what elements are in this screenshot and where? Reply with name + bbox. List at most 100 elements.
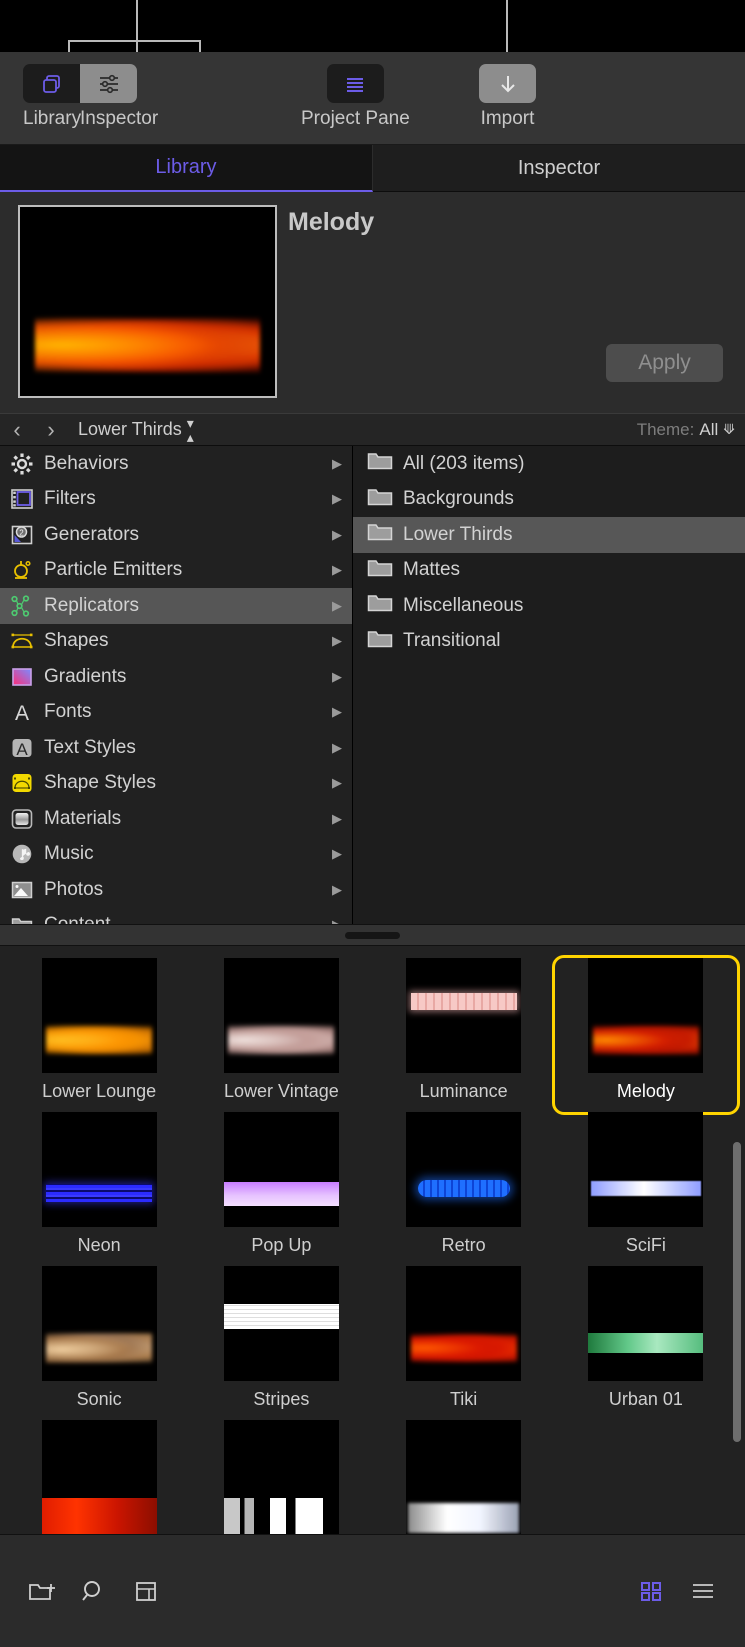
panel-tabbar: Library Inspector: [0, 145, 745, 192]
library-browser: Behaviors▶Filters▶2Generators▶Particle E…: [0, 446, 745, 924]
grid-view-button[interactable]: [625, 1569, 677, 1613]
item-label: Stripes: [253, 1389, 309, 1410]
folder-row-transitional[interactable]: Transitional: [353, 624, 745, 660]
grid-item[interactable]: [8, 1420, 190, 1534]
folder-icon: [367, 629, 393, 654]
category-list[interactable]: Behaviors▶Filters▶2Generators▶Particle E…: [0, 446, 353, 924]
category-row-replicators[interactable]: Replicators▶: [0, 588, 352, 624]
gradient-icon: [8, 666, 36, 688]
melody-preview-thumbnail[interactable]: [18, 205, 277, 398]
path-label[interactable]: Lower Thirds: [78, 419, 182, 440]
project-pane-label: Project Pane: [301, 108, 410, 130]
category-label: Gradients: [44, 666, 126, 688]
pane-splitter[interactable]: [0, 924, 745, 946]
import-button[interactable]: [479, 64, 536, 103]
disclosure-triangle-icon[interactable]: ▶: [332, 775, 342, 791]
grid-item-tiki[interactable]: Tiki: [373, 1266, 555, 1420]
disclosure-triangle-icon[interactable]: ▶: [332, 456, 342, 472]
disclosure-triangle-icon[interactable]: ▶: [332, 882, 342, 898]
callout-line-import: [506, 0, 508, 52]
library-toggle-button[interactable]: [23, 64, 80, 103]
category-row-photos[interactable]: Photos▶: [0, 872, 352, 908]
folder-list[interactable]: All (203 items) Backgrounds Lower ThirdsMa…: [353, 446, 745, 924]
grid-item-lower-lounge[interactable]: Lower Lounge: [8, 958, 190, 1112]
category-row-particle-emitters[interactable]: Particle Emitters ▶: [0, 553, 352, 589]
folder-row-backgrounds[interactable]: Backgrounds: [353, 482, 745, 518]
grid-item[interactable]: [190, 1420, 372, 1534]
theme-selector[interactable]: Theme: All ⟱: [637, 420, 735, 440]
forward-button[interactable]: ›: [34, 417, 68, 443]
category-label: Generators: [44, 524, 139, 546]
disclosure-triangle-icon[interactable]: ▶: [332, 562, 342, 578]
grid-item-urban-01[interactable]: Urban 01: [555, 1266, 737, 1420]
grid-scrollbar[interactable]: [733, 1142, 741, 1442]
list-view-button[interactable]: [677, 1569, 729, 1613]
bottom-toolbar: [0, 1534, 745, 1647]
search-button[interactable]: [68, 1569, 120, 1613]
grid-item-lower-vintage[interactable]: Lower Vintage: [190, 958, 372, 1112]
library-inspector-segmented[interactable]: [23, 64, 137, 103]
item-label: Retro: [442, 1235, 486, 1256]
grid-item-stripes[interactable]: Stripes: [190, 1266, 372, 1420]
category-row-shapes[interactable]: Shapes▶: [0, 624, 352, 660]
folder-icon: [367, 522, 393, 547]
disclosure-triangle-icon[interactable]: ▶: [332, 917, 342, 924]
disclosure-triangle-icon[interactable]: ▶: [332, 846, 342, 862]
category-row-fonts[interactable]: AFonts▶: [0, 695, 352, 731]
project-pane-button[interactable]: [327, 64, 384, 103]
category-row-generators[interactable]: 2Generators▶: [0, 517, 352, 553]
inspector-toggle-button[interactable]: [80, 64, 137, 103]
item-thumbnail: [42, 1420, 157, 1534]
grid-item-pop-up[interactable]: Pop Up: [190, 1112, 372, 1266]
disclosure-triangle-icon[interactable]: ▶: [332, 740, 342, 756]
item-thumbnail: [224, 1112, 339, 1227]
category-row-music[interactable]: Music▶: [0, 837, 352, 873]
grid-item-luminance[interactable]: Luminance: [373, 958, 555, 1112]
download-arrow-icon: [495, 71, 521, 97]
up-down-stepper-icon[interactable]: ▾▴: [187, 416, 194, 444]
disclosure-triangle-icon[interactable]: ▶: [332, 811, 342, 827]
tab-library[interactable]: Library: [0, 145, 373, 192]
search-icon: [79, 1578, 109, 1604]
category-row-behaviors[interactable]: Behaviors▶: [0, 446, 352, 482]
category-label: Filters: [44, 488, 96, 510]
back-button[interactable]: ‹: [0, 417, 34, 443]
category-row-materials[interactable]: Materials▶: [0, 801, 352, 837]
folder-row-mattes[interactable]: Mattes: [353, 553, 745, 589]
sidebar-panel-button[interactable]: [120, 1569, 172, 1613]
item-label: Luminance: [420, 1081, 508, 1102]
music-note-icon: [8, 843, 36, 865]
callout-line-library: [136, 0, 138, 52]
category-row-shape-styles[interactable]: Shape Styles▶: [0, 766, 352, 802]
category-row-content[interactable]: Content▶: [0, 908, 352, 925]
grid-item-scifi[interactable]: SciFi: [555, 1112, 737, 1266]
apply-button[interactable]: Apply: [606, 344, 723, 382]
svg-text:A: A: [16, 740, 28, 759]
grid-item-neon[interactable]: Neon: [8, 1112, 190, 1266]
category-row-text-styles[interactable]: AText Styles▶: [0, 730, 352, 766]
library-inspector-group: Library Inspector: [23, 64, 137, 130]
grid-item-melody[interactable]: Melody: [555, 958, 737, 1112]
folder-row-lower-thirds[interactable]: Lower Thirds: [353, 517, 745, 553]
splitter-grip[interactable]: [345, 932, 400, 939]
category-label: Particle Emitters: [44, 559, 182, 581]
disclosure-triangle-icon[interactable]: ▶: [332, 669, 342, 685]
disclosure-triangle-icon[interactable]: ▶: [332, 598, 342, 614]
melody-preview-graphic: [35, 317, 259, 374]
category-row-gradients[interactable]: Gradients ▶: [0, 659, 352, 695]
import-label: Import: [479, 108, 536, 130]
grid-item-retro[interactable]: Retro: [373, 1112, 555, 1266]
folder-row-all-203-items-[interactable]: All (203 items): [353, 446, 745, 482]
new-folder-button[interactable]: [16, 1569, 68, 1613]
disclosure-triangle-icon[interactable]: ▶: [332, 491, 342, 507]
disclosure-triangle-icon[interactable]: ▶: [332, 633, 342, 649]
tab-inspector[interactable]: Inspector: [373, 145, 745, 192]
grid-item-sonic[interactable]: Sonic: [8, 1266, 190, 1420]
disclosure-triangle-icon[interactable]: ▶: [332, 527, 342, 543]
folder-label: Backgrounds: [403, 488, 514, 510]
grid-item[interactable]: [373, 1420, 555, 1534]
category-row-filters[interactable]: Filters ▶: [0, 482, 352, 518]
materials-icon: [8, 808, 36, 830]
folder-row-miscellaneous[interactable]: Miscellaneous: [353, 588, 745, 624]
disclosure-triangle-icon[interactable]: ▶: [332, 704, 342, 720]
